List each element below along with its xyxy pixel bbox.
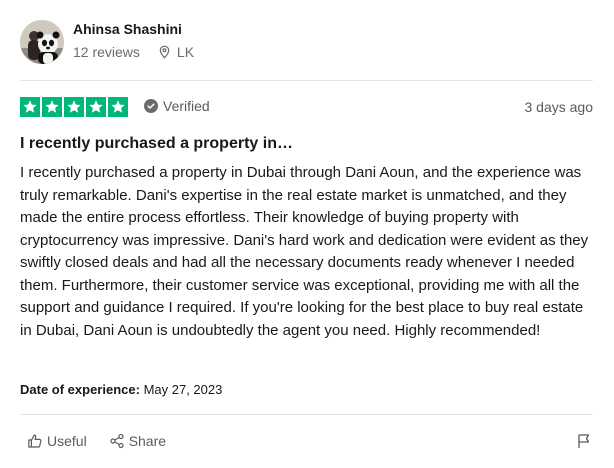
experience-date: May 27, 2023 (143, 382, 223, 397)
star-icon (42, 97, 62, 117)
review-body: I recently purchased a property in Dubai… (20, 164, 589, 339)
location-pin-icon (158, 45, 171, 59)
review-card: Ahinsa Shashini 12 reviews LK Verified 3… (0, 0, 614, 468)
star-icon (108, 97, 128, 117)
header-divider (20, 80, 593, 81)
avatar[interactable] (20, 20, 64, 64)
review-date: 3 days ago (524, 99, 594, 115)
verified-label: Verified (163, 98, 210, 114)
star-icon (20, 97, 40, 117)
footer-divider (20, 414, 593, 415)
star-icon (64, 97, 84, 117)
reviews-count: 12 reviews (73, 44, 140, 60)
reviewer-country: LK (176, 44, 195, 60)
share-button[interactable]: Share (109, 433, 166, 449)
star-rating (20, 97, 128, 117)
reviewer-name[interactable]: Ahinsa Shashini (73, 21, 182, 37)
report-button[interactable] (576, 433, 592, 454)
date-of-experience: Date of experience: May 27, 2023 (20, 382, 222, 397)
review-actions: Useful Share (27, 433, 166, 449)
useful-label: Useful (47, 433, 87, 449)
reviewer-meta: 12 reviews LK (73, 44, 194, 60)
review-title[interactable]: I recently purchased a property in… (20, 135, 293, 153)
verified-badge[interactable]: Verified (144, 98, 210, 114)
star-icon (86, 97, 106, 117)
thumbs-up-icon (28, 434, 42, 448)
useful-button[interactable]: Useful (27, 433, 87, 449)
share-icon (110, 433, 124, 449)
flag-icon (578, 434, 590, 448)
check-circle-icon (144, 99, 158, 113)
experience-label: Date of experience: (20, 382, 140, 397)
share-label: Share (128, 433, 167, 449)
